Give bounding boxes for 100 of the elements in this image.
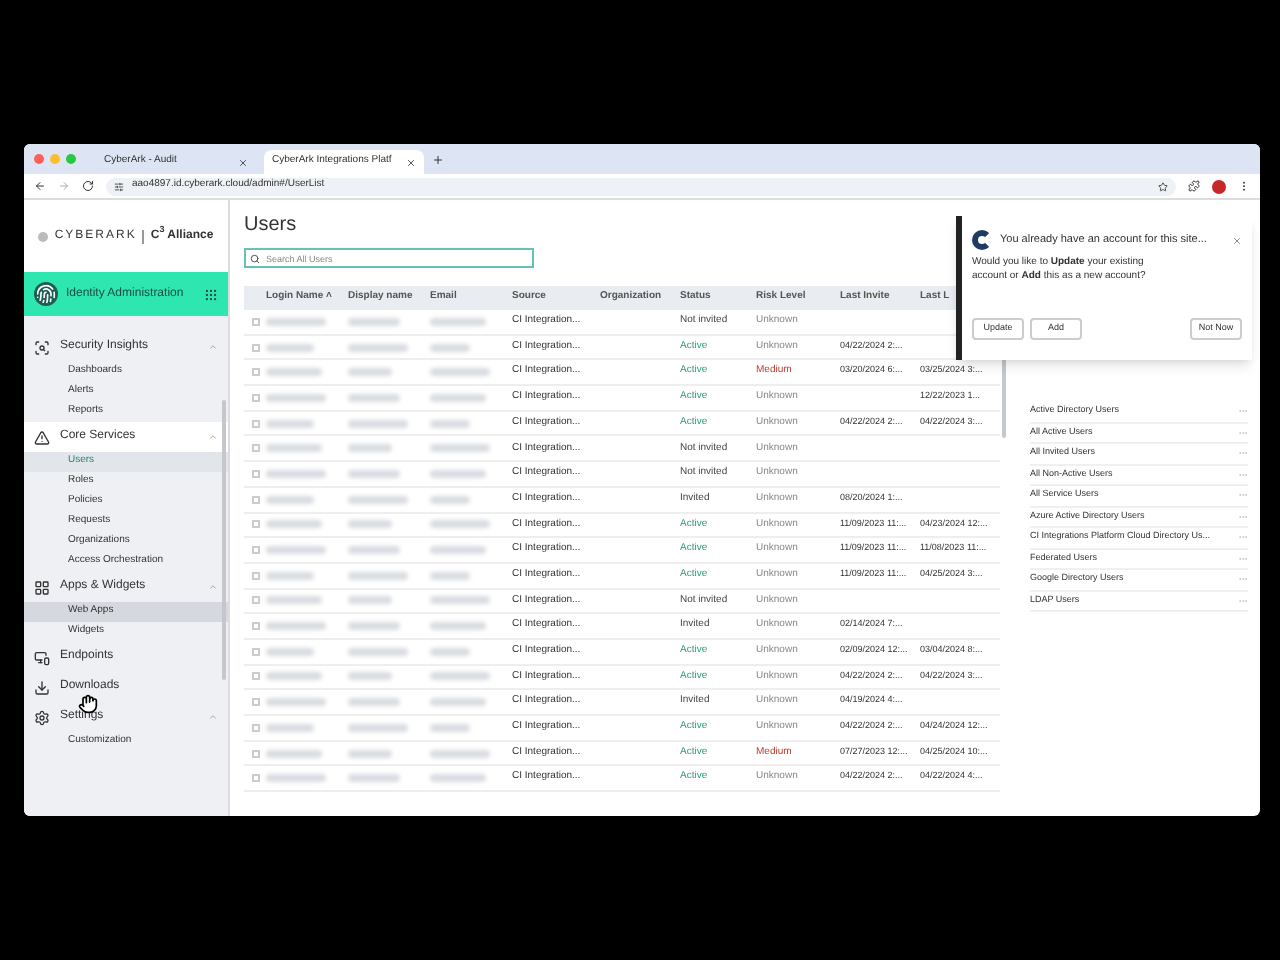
blurred-text (348, 368, 392, 377)
blurred-text (266, 520, 322, 529)
row-checkbox[interactable] (251, 571, 259, 580)
back-icon[interactable] (34, 180, 46, 192)
fingerprint-icon (34, 282, 58, 306)
chevron-icon[interactable] (208, 582, 218, 592)
blurred-text (348, 393, 400, 402)
blurred-text (266, 647, 314, 656)
logo-icon (38, 231, 49, 241)
row-checkbox[interactable] (251, 698, 259, 707)
new-tab-icon[interactable] (432, 153, 444, 165)
blurred-text (348, 571, 408, 580)
blurred-text (266, 368, 322, 377)
blurred-text (430, 622, 486, 631)
blurred-text (348, 520, 392, 529)
row-checkbox[interactable] (251, 546, 259, 555)
blurred-text (348, 672, 392, 681)
blurred-text (430, 698, 486, 707)
row-checkbox[interactable] (251, 647, 259, 656)
row-checkbox[interactable] (251, 343, 259, 352)
blurred-text (348, 749, 392, 758)
forward-icon[interactable] (58, 180, 70, 192)
chevron-icon[interactable] (208, 432, 218, 442)
blurred-text (430, 774, 486, 783)
row-checkbox[interactable] (251, 774, 259, 783)
reload-icon[interactable] (82, 180, 94, 192)
section-icon (34, 579, 50, 595)
row-checkbox[interactable] (251, 495, 259, 504)
blurred-text (266, 723, 314, 732)
section-icon (34, 709, 50, 725)
row-checkbox[interactable] (251, 317, 259, 326)
blurred-text (348, 647, 408, 656)
apps-grid-icon[interactable] (204, 287, 218, 301)
row-checkbox[interactable] (251, 723, 259, 732)
page-title: Users (244, 212, 297, 240)
blurred-text (266, 419, 314, 428)
blurred-text (348, 622, 400, 631)
row-checkbox[interactable] (251, 444, 259, 453)
logo-icon (972, 230, 992, 250)
blurred-text (348, 774, 400, 783)
blurred-text (348, 495, 408, 504)
blurred-text (266, 571, 314, 580)
blurred-text (266, 317, 326, 326)
blurred-text (430, 393, 486, 402)
blurred-text (266, 393, 326, 402)
chevron-icon[interactable] (208, 712, 218, 722)
search-icon (250, 253, 260, 263)
bookmark-star-icon[interactable] (1158, 181, 1168, 191)
blurred-text (430, 596, 490, 605)
blurred-text (348, 317, 400, 326)
blurred-text (348, 469, 400, 478)
profile-avatar[interactable] (1212, 179, 1226, 193)
blurred-text (266, 596, 322, 605)
extensions-icon[interactable] (1188, 180, 1200, 192)
section-icon (34, 679, 50, 695)
blurred-text (430, 317, 486, 326)
blurred-text (348, 723, 408, 732)
section-icon (34, 649, 50, 665)
blurred-text (430, 469, 486, 478)
blurred-text (430, 749, 490, 758)
row-checkbox[interactable] (251, 419, 259, 428)
blurred-text (348, 444, 392, 453)
row-checkbox[interactable] (251, 672, 259, 681)
section-icon (34, 339, 50, 355)
blurred-text (266, 749, 322, 758)
chevron-icon[interactable] (208, 342, 218, 352)
row-checkbox[interactable] (251, 393, 259, 402)
blurred-text (266, 546, 326, 555)
blurred-text (430, 546, 486, 555)
blurred-text (266, 672, 322, 681)
blurred-text (348, 419, 408, 428)
blurred-text (430, 723, 470, 732)
blurred-text (430, 571, 470, 580)
row-checkbox[interactable] (251, 596, 259, 605)
blurred-text (430, 647, 470, 656)
blurred-text (348, 546, 400, 555)
blurred-text (430, 343, 470, 352)
blurred-text (266, 469, 326, 478)
blurred-text (430, 444, 490, 453)
blurred-text (266, 622, 326, 631)
blurred-text (430, 672, 490, 681)
site-settings-icon[interactable] (114, 181, 124, 191)
row-checkbox[interactable] (251, 749, 259, 758)
blurred-text (430, 520, 490, 529)
blurred-text (348, 698, 400, 707)
row-checkbox[interactable] (251, 622, 259, 631)
blurred-text (266, 495, 314, 504)
row-checkbox[interactable] (251, 469, 259, 478)
blurred-text (266, 698, 326, 707)
row-checkbox[interactable] (251, 368, 259, 377)
blurred-text (266, 774, 326, 783)
blurred-text (348, 343, 408, 352)
blurred-text (266, 343, 314, 352)
row-checkbox[interactable] (251, 520, 259, 529)
blurred-text (430, 419, 470, 428)
blurred-text (430, 368, 490, 377)
blurred-text (266, 444, 322, 453)
section-icon (34, 429, 50, 445)
blurred-text (348, 596, 392, 605)
blurred-text (430, 495, 470, 504)
